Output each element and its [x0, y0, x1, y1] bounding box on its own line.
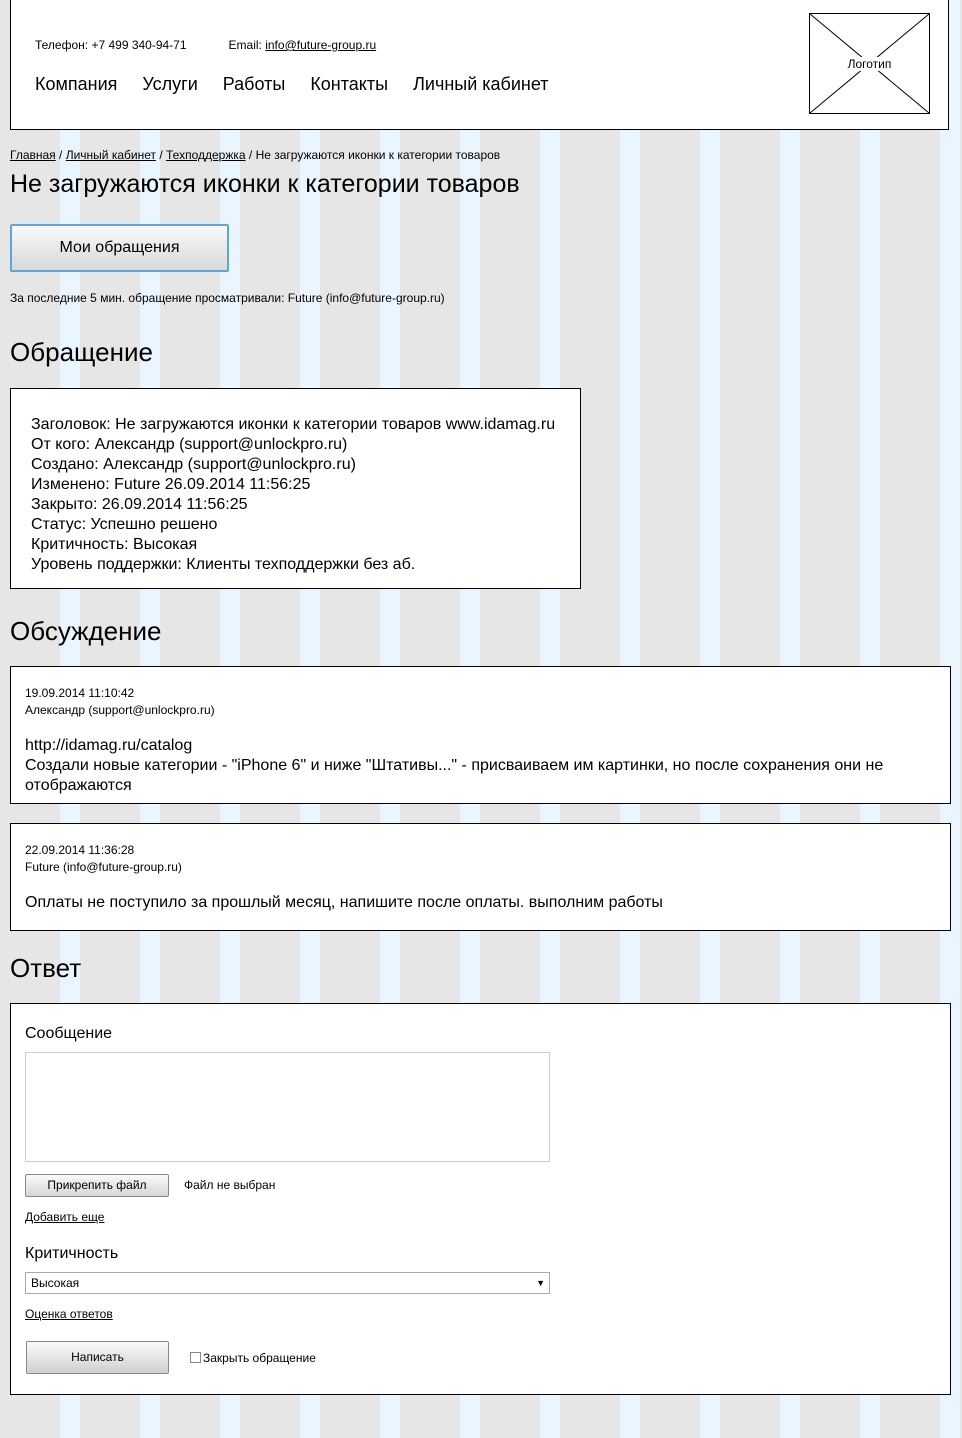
breadcrumb-separator: / [55, 148, 66, 162]
attach-file-button[interactable]: Прикрепить файл [25, 1174, 169, 1197]
file-status-text: Файл не выбран [184, 1178, 276, 1192]
discussion-message: 22.09.2014 11:36:28 Future (info@future-… [10, 823, 951, 931]
ticket-modified-line: Изменено: Future 26.09.2014 11:56:25 [31, 476, 311, 493]
nav-item-account[interactable]: Личный кабинет [413, 74, 548, 94]
nav-item-company[interactable]: Компания [35, 74, 117, 94]
nav-item-contacts[interactable]: Контакты [310, 74, 388, 94]
breadcrumb-separator: / [155, 148, 166, 162]
email-label: Email: [228, 38, 266, 52]
close-ticket-label: Закрыть обращение [203, 1351, 316, 1365]
nav-item-services[interactable]: Услуги [142, 74, 197, 94]
logo-placeholder[interactable]: Логотип [809, 13, 930, 114]
breadcrumb-current: Не загружаются иконки к категории товаро… [255, 148, 501, 162]
ticket-title-line: Заголовок: Не загружаются иконки к катег… [31, 416, 556, 433]
message-date: 19.09.2014 11:10:42 [25, 686, 135, 700]
discussion-message: 19.09.2014 11:10:42 Александр (support@u… [10, 666, 951, 804]
ticket-support-level-line: Уровень поддержки: Клиенты техподдержки … [31, 556, 416, 573]
logo-label: Логотип [846, 57, 893, 71]
email-link[interactable]: info@future-group.ru [265, 38, 376, 52]
dropdown-arrow-icon: ▼ [536, 1278, 545, 1288]
criticality-label: Критичность [25, 1245, 119, 1262]
site-header: Телефон: +7 499 340-94-71 Email: info@fut… [10, 0, 949, 130]
submit-button[interactable]: Написать [26, 1341, 169, 1374]
message-body-line: Оплаты не поступило за прошлый месяц, на… [25, 894, 663, 911]
breadcrumb-separator: / [245, 148, 256, 162]
message-body-line: Создали новые категории - "iPhone 6" и н… [25, 757, 884, 794]
message-author: Александр (support@unlockpro.ru) [25, 703, 215, 717]
contact-info: Телефон: +7 499 340-94-71 Email: info@fut… [35, 38, 376, 52]
message-body-line: http://idamag.ru/catalog [25, 737, 193, 754]
close-ticket-checkbox[interactable] [190, 1352, 201, 1363]
viewers-notice: За последние 5 мин. обращение просматрив… [10, 291, 445, 305]
ticket-created-line: Создано: Александр (support@unlockpro.ru… [31, 456, 356, 473]
ticket-closed-line: Закрыто: 26.09.2014 11:56:25 [31, 496, 248, 513]
breadcrumb-support[interactable]: Техподдержка [166, 148, 246, 162]
message-author: Future (info@future-group.ru) [25, 860, 182, 874]
add-more-link[interactable]: Добавить еще [25, 1210, 104, 1224]
reply-form: Сообщение Прикрепить файл Файл не выбран… [10, 1003, 951, 1395]
main-nav: Компания Услуги Работы Контакты Личный к… [35, 74, 569, 95]
message-date: 22.09.2014 11:36:28 [25, 843, 135, 857]
reply-heading: Ответ [10, 953, 82, 983]
breadcrumb: Главная / Личный кабинет / Техподдержка … [10, 148, 500, 162]
ticket-heading: Обращение [10, 337, 153, 367]
breadcrumb-account[interactable]: Личный кабинет [66, 148, 156, 162]
criticality-select[interactable]: Высокая ▼ [25, 1272, 550, 1294]
nav-item-works[interactable]: Работы [223, 74, 286, 94]
close-ticket-option[interactable]: Закрыть обращение [190, 1351, 316, 1365]
message-label: Сообщение [25, 1025, 113, 1042]
ticket-criticality-line: Критичность: Высокая [31, 536, 198, 553]
rating-link[interactable]: Оценка ответов [25, 1307, 113, 1321]
ticket-status-line: Статус: Успешно решено [31, 516, 218, 533]
my-tickets-button[interactable]: Мои обращения [10, 224, 229, 272]
message-textarea[interactable] [25, 1052, 550, 1162]
criticality-selected-value: Высокая [31, 1276, 80, 1290]
discussion-heading: Обсуждение [10, 616, 162, 646]
ticket-from-line: От кого: Александр (support@unlockpro.ru… [31, 436, 348, 453]
ticket-details: Заголовок: Не загружаются иконки к катег… [10, 388, 581, 589]
page-title: Не загружаются иконки к категории товаро… [10, 170, 520, 198]
phone-text: Телефон: +7 499 340-94-71 [35, 38, 187, 52]
breadcrumb-home[interactable]: Главная [10, 148, 56, 162]
